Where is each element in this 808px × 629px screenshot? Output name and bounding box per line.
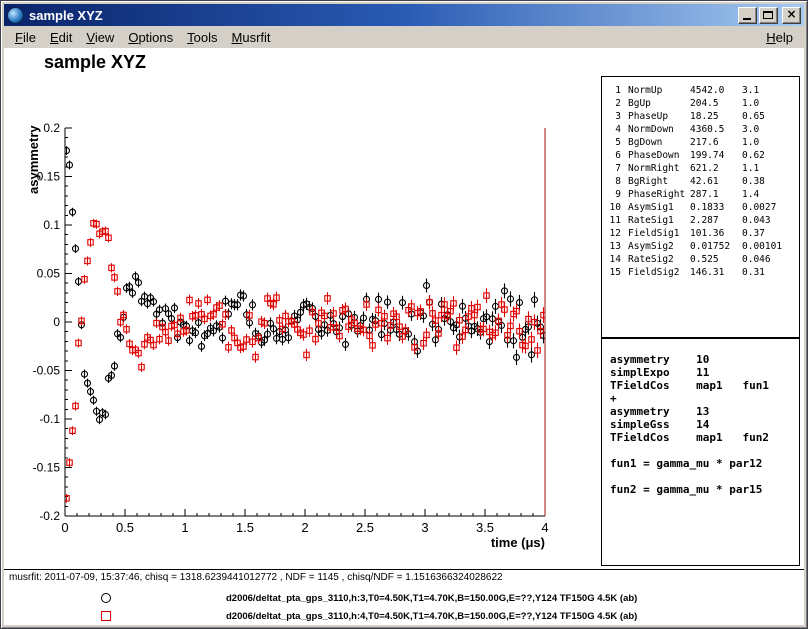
- plot-canvas[interactable]: 0.20.150.10.050-0.05-0.1-0.15-0.200.511.…: [4, 49, 600, 569]
- param-row: 3PhaseUp18.250.65: [607, 110, 799, 123]
- legend-entry: d2006/deltat_pta_gps_3110,h:4,T0=4.50K,T…: [4, 607, 804, 625]
- svg-text:2.5: 2.5: [356, 520, 374, 535]
- legend-label: d2006/deltat_pta_gps_3110,h:4,T0=4.50K,T…: [226, 611, 637, 622]
- window-title: sample XYZ: [29, 8, 733, 23]
- circle-marker-icon: [101, 593, 111, 603]
- param-row: 10AsymSig10.18330.0027: [607, 201, 799, 214]
- svg-text:3.5: 3.5: [476, 520, 494, 535]
- close-icon: ×: [783, 8, 800, 21]
- parameter-panel: 1NormUp4542.03.12BgUp204.51.03PhaseUp18.…: [601, 76, 800, 338]
- title-bar[interactable]: sample XYZ ×: [4, 4, 804, 26]
- app-window: sample XYZ × FileEditViewOptionsToolsMus…: [0, 0, 808, 629]
- close-button[interactable]: ×: [782, 7, 801, 24]
- param-row: 6PhaseDown199.740.62: [607, 149, 799, 162]
- param-row: 1NormUp4542.03.1: [607, 84, 799, 97]
- x-axis-title: time (μs): [491, 535, 545, 550]
- svg-text:0: 0: [61, 520, 68, 535]
- param-row: 9PhaseRight287.11.4: [607, 188, 799, 201]
- svg-text:1: 1: [181, 520, 188, 535]
- svg-text:4: 4: [541, 520, 548, 535]
- window-controls: ×: [738, 7, 801, 24]
- svg-text:0: 0: [53, 315, 60, 329]
- data-series-square: [64, 219, 546, 503]
- menu-item-edit[interactable]: Edit: [43, 28, 79, 48]
- param-row: 5BgDown217.61.0: [607, 136, 799, 149]
- menu-item-view[interactable]: View: [79, 28, 121, 48]
- menu-item-help[interactable]: Help: [759, 28, 800, 48]
- menu-item-file[interactable]: File: [8, 28, 43, 48]
- svg-text:3: 3: [421, 520, 428, 535]
- square-marker-icon: [101, 611, 111, 621]
- svg-text:0.05: 0.05: [37, 267, 61, 281]
- canvas-divider: [4, 569, 804, 570]
- svg-text:-0.15: -0.15: [33, 461, 61, 475]
- menu-items-left: FileEditViewOptionsToolsMusrfit: [8, 28, 278, 48]
- svg-text:2: 2: [301, 520, 308, 535]
- client-area: sample XYZ 0.20.150.10.050-0.05-0.1-0.15…: [4, 48, 804, 625]
- legend-entry: d2006/deltat_pta_gps_3110,h:3,T0=4.50K,T…: [4, 589, 804, 607]
- svg-text:0.2: 0.2: [43, 121, 60, 135]
- theory-panel: asymmetry 10 simplExpo 11 TFieldCos map1…: [601, 338, 800, 566]
- menu-item-musrfit[interactable]: Musrfit: [225, 28, 278, 48]
- param-row: 12FieldSig1101.360.37: [607, 227, 799, 240]
- app-icon: [7, 7, 24, 24]
- minimize-icon: [743, 18, 751, 20]
- param-row: 13AsymSig20.017520.00101: [607, 240, 799, 253]
- plot-legend: d2006/deltat_pta_gps_3110,h:3,T0=4.50K,T…: [4, 589, 804, 625]
- maximize-button[interactable]: [759, 7, 778, 24]
- svg-text:-0.05: -0.05: [33, 364, 61, 378]
- svg-text:0.5: 0.5: [116, 520, 134, 535]
- svg-text:1.5: 1.5: [236, 520, 254, 535]
- param-row: 2BgUp204.51.0: [607, 97, 799, 110]
- param-row: 14RateSig20.5250.046: [607, 253, 799, 266]
- maximize-icon: [763, 11, 773, 19]
- y-axis-title: asymmetry: [26, 125, 41, 194]
- param-row: 15FieldSig2146.310.31: [607, 266, 799, 279]
- legend-label: d2006/deltat_pta_gps_3110,h:3,T0=4.50K,T…: [226, 593, 637, 604]
- data-series-circle: [64, 146, 547, 424]
- param-row: 8BgRight42.610.38: [607, 175, 799, 188]
- menu-items-right: Help: [759, 28, 800, 48]
- svg-text:0.1: 0.1: [43, 218, 60, 232]
- svg-text:-0.1: -0.1: [39, 412, 60, 426]
- menu-item-options[interactable]: Options: [121, 28, 180, 48]
- svg-text:-0.2: -0.2: [39, 509, 60, 523]
- param-row: 7NormRight621.21.1: [607, 162, 799, 175]
- menu-item-tools[interactable]: Tools: [180, 28, 224, 48]
- theory-text: asymmetry 10 simplExpo 11 TFieldCos map1…: [602, 339, 799, 496]
- menu-bar: FileEditViewOptionsToolsMusrfit Help: [4, 27, 804, 48]
- param-row: 4NormDown4360.53.0: [607, 123, 799, 136]
- fit-status-text: musrfit: 2011-07-09, 15:37:46, chisq = 1…: [9, 572, 503, 583]
- minimize-button[interactable]: [738, 7, 757, 24]
- plot-axes: [65, 128, 545, 516]
- param-row: 11RateSig12.2870.043: [607, 214, 799, 227]
